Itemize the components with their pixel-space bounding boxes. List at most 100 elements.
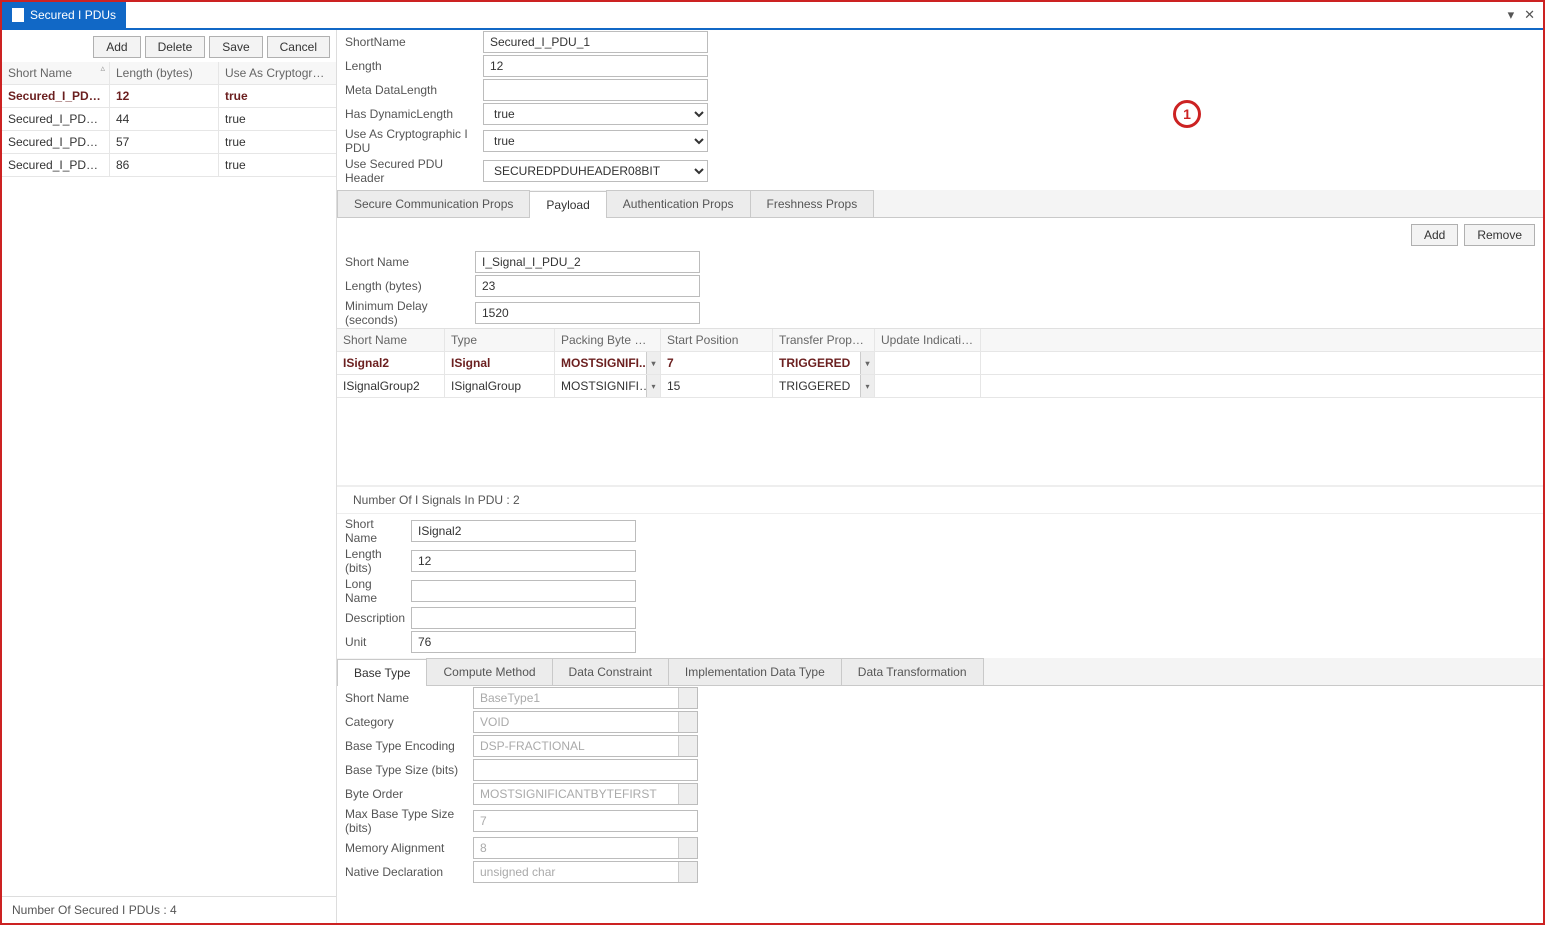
cell-name: Secured_I_PDU_4 [2,154,110,176]
payload-remove-button[interactable]: Remove [1464,224,1535,246]
chevron-down-icon[interactable]: ▾ [646,375,660,397]
cell-sig-start: 7 [661,352,773,374]
window-tab[interactable]: Secured I PDUs [2,2,126,28]
titlebar: Secured I PDUs ▾ ✕ [2,2,1543,30]
length-label: Length [345,59,483,73]
dyn-label: Has DynamicLength [345,107,483,121]
cell-crypto: true [219,108,333,130]
cell-name: Secured_I_PDU_3 [2,131,110,153]
sort-asc-icon: ▵ [100,63,105,74]
meta-label: Meta DataLength [345,83,483,97]
meta-input[interactable] [483,79,708,101]
tab-data-constraint[interactable]: Data Constraint [552,658,669,685]
cell-length: 86 [110,154,219,176]
tab-data-transform[interactable]: Data Transformation [841,658,984,685]
col-sig-type[interactable]: Type [445,329,555,351]
cell-crypto: true [219,85,333,107]
bt-cat-label: Category [345,715,473,729]
shortname-label: ShortName [345,35,483,49]
table-row[interactable]: Secured_I_PDU_357true [2,131,336,154]
payload-shortname-label: Short Name [345,255,475,269]
bt-cat-select: VOID [473,711,698,733]
crypto-select[interactable]: true [483,130,708,152]
chevron-down-icon[interactable]: ▾ [860,352,874,374]
tab-payload[interactable]: Payload [529,191,606,218]
bt-native-label: Native Declaration [345,865,473,879]
minimize-icon[interactable]: ▾ [1508,7,1515,23]
payload-add-button[interactable]: Add [1411,224,1458,246]
cancel-button[interactable]: Cancel [267,36,330,58]
table-row[interactable]: Secured_I_PDU_486true [2,154,336,177]
col-sig-start[interactable]: Start Position [661,329,773,351]
table-row[interactable]: Secured_I_PDU_112true [2,85,336,108]
length-input[interactable] [483,55,708,77]
bt-size-label: Base Type Size (bits) [345,763,473,777]
payload-mindelay-label: Minimum Delay (seconds) [345,299,475,327]
table-row[interactable]: ISignal2ISignalMOSTSIGNIFI...▾7TRIGGERED… [337,352,1543,375]
cell-sig-ui [875,375,981,397]
shortname-input[interactable] [483,31,708,53]
tab-secure-comm[interactable]: Secure Communication Props [337,190,530,217]
sig-shortname-input[interactable] [411,520,636,542]
table-row[interactable]: Secured_I_PDU_244true [2,108,336,131]
close-icon[interactable]: ✕ [1524,7,1535,23]
tab-compute-method[interactable]: Compute Method [426,658,552,685]
cell-sig-ui [875,352,981,374]
sig-desc-input[interactable] [411,607,636,629]
col-length[interactable]: Length (bytes) [110,62,219,84]
bt-native-select: unsigned char [473,861,698,883]
payload-shortname-input[interactable] [475,251,700,273]
cell-sig-name: ISignalGroup2 [337,375,445,397]
tab-base-type[interactable]: Base Type [337,659,427,686]
col-sig-ui[interactable]: Update Indication... [875,329,981,351]
save-button[interactable]: Save [209,36,262,58]
cell-sig-start: 15 [661,375,773,397]
bt-max-input: 7 [473,810,698,832]
bt-enc-label: Base Type Encoding [345,739,473,753]
sig-length-input[interactable] [411,550,636,572]
delete-button[interactable]: Delete [145,36,206,58]
detail-pane: 1 2 ShortName Length Meta DataLength Has… [337,30,1543,923]
signal-tabs: Base Type Compute Method Data Constraint… [337,658,1543,686]
bt-enc-select: DSP-FRACTIONAL [473,735,698,757]
header-select[interactable]: SECUREDPDUHEADER08BIT [483,160,708,182]
col-sig-pbo[interactable]: Packing Byte Order [555,329,661,351]
cell-sig-tp: TRIGGERED▾ [773,375,875,397]
pdu-count-footer: Number Of Secured I PDUs : 4 [2,896,336,923]
tab-impl-data-type[interactable]: Implementation Data Type [668,658,842,685]
sig-unit-input[interactable] [411,631,636,653]
col-short-name[interactable]: Short Name▵ [2,62,110,84]
col-crypto[interactable]: Use As Cryptogra... [219,62,333,84]
pdu-grid-header: Short Name▵ Length (bytes) Use As Crypto… [2,62,336,85]
col-sig-name[interactable]: Short Name [337,329,445,351]
cell-length: 44 [110,108,219,130]
payload-mindelay-input[interactable] [475,302,700,324]
sig-longname-label: Long Name [345,577,411,605]
sig-desc-label: Description [345,611,411,625]
cell-crypto: true [219,154,333,176]
cell-sig-type: ISignal [445,352,555,374]
sig-length-label: Length (bits) [345,547,411,575]
col-sig-tp[interactable]: Transfer Property [773,329,875,351]
chevron-down-icon[interactable]: ▾ [646,352,660,374]
payload-length-input[interactable] [475,275,700,297]
cell-sig-type: ISignalGroup [445,375,555,397]
bt-shortname-select: BaseType1 [473,687,698,709]
dyn-select[interactable]: true [483,103,708,125]
tab-freshness[interactable]: Freshness Props [750,190,875,217]
cell-name: Secured_I_PDU_1 [2,85,110,107]
cell-sig-pbo: MOSTSIGNIFIC...▾ [555,375,661,397]
table-row[interactable]: ISignalGroup2ISignalGroupMOSTSIGNIFIC...… [337,375,1543,398]
add-button[interactable]: Add [93,36,140,58]
detail-tabs: Secure Communication Props Payload Authe… [337,190,1543,218]
pdu-list-pane: Add Delete Save Cancel Short Name▵ Lengt… [2,30,337,923]
cell-sig-name: ISignal2 [337,352,445,374]
payload-length-label: Length (bytes) [345,279,475,293]
sig-shortname-label: Short Name [345,517,411,545]
tab-auth[interactable]: Authentication Props [606,190,751,217]
bt-shortname-label: Short Name [345,691,473,705]
bt-size-input [473,759,698,781]
chevron-down-icon[interactable]: ▾ [860,375,874,397]
bt-bo-label: Byte Order [345,787,473,801]
sig-longname-input[interactable] [411,580,636,602]
